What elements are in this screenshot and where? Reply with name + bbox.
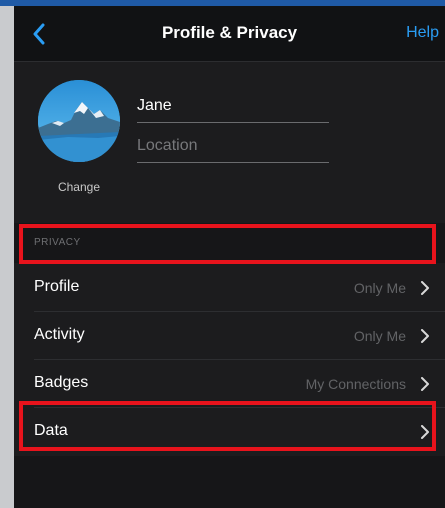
app-frame: Profile & Privacy Help Change Jane Locat… <box>0 0 445 508</box>
change-photo-link[interactable]: Change <box>38 180 120 194</box>
row-value: My Connections <box>305 376 406 392</box>
name-field[interactable]: Jane <box>137 89 329 123</box>
location-field[interactable]: Location <box>137 129 329 163</box>
privacy-section-label: PRIVACY <box>34 237 81 248</box>
chevron-right-icon <box>421 329 429 343</box>
privacy-row-profile[interactable]: Profile Only Me <box>14 264 445 312</box>
nav-header: Profile & Privacy Help <box>14 6 445 62</box>
help-link[interactable]: Help <box>406 24 439 42</box>
chevron-right-icon <box>421 425 429 439</box>
row-value: Only Me <box>353 280 406 296</box>
chevron-right-icon <box>421 377 429 391</box>
profile-section: Change Jane Location <box>14 63 445 223</box>
row-label: Data <box>34 422 68 439</box>
mountain-avatar-image <box>38 80 120 162</box>
row-value: Only Me <box>353 328 406 344</box>
row-label: Badges <box>34 374 89 391</box>
privacy-row-activity[interactable]: Activity Only Me <box>14 312 445 360</box>
privacy-row-data[interactable]: Data <box>14 408 445 456</box>
profile-privacy-screen: Profile & Privacy Help Change Jane Locat… <box>14 6 445 508</box>
row-label: Activity <box>34 326 85 343</box>
left-edge-bar <box>0 6 14 508</box>
bottom-spacer <box>14 456 445 508</box>
privacy-section-header: PRIVACY <box>14 223 445 263</box>
privacy-row-badges[interactable]: Badges My Connections <box>14 360 445 408</box>
chevron-right-icon <box>421 281 429 295</box>
row-label: Profile <box>34 278 80 295</box>
page-title: Profile & Privacy <box>161 23 298 42</box>
avatar[interactable] <box>38 80 120 162</box>
